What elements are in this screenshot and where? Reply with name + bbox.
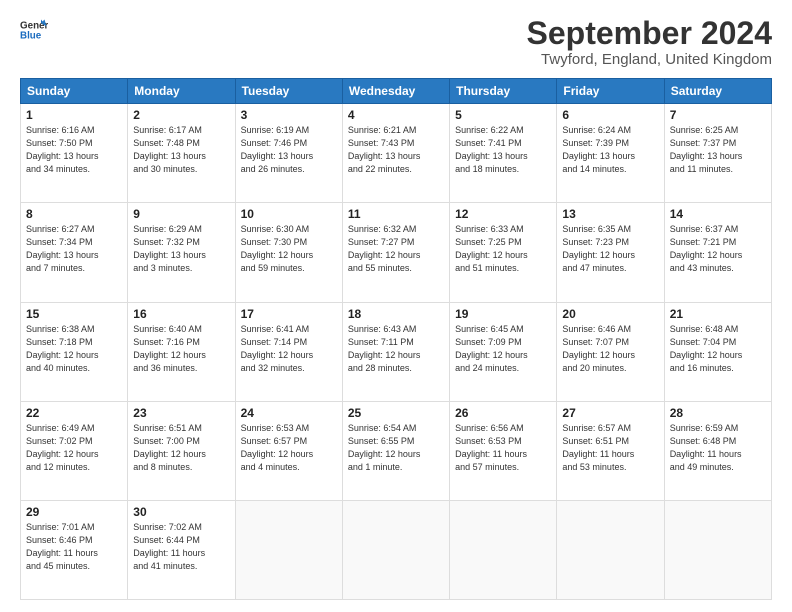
day-30: 30Sunrise: 7:02 AMSunset: 6:44 PMDayligh… — [128, 500, 235, 599]
day-12: 12Sunrise: 6:33 AMSunset: 7:25 PMDayligh… — [450, 203, 557, 302]
day-23: 23Sunrise: 6:51 AMSunset: 7:00 PMDayligh… — [128, 401, 235, 500]
day-28: 28Sunrise: 6:59 AMSunset: 6:48 PMDayligh… — [664, 401, 771, 500]
day-22: 22Sunrise: 6:49 AMSunset: 7:02 PMDayligh… — [21, 401, 128, 500]
empty-cell — [664, 500, 771, 599]
day-13: 13Sunrise: 6:35 AMSunset: 7:23 PMDayligh… — [557, 203, 664, 302]
col-header-thursday: Thursday — [450, 79, 557, 104]
location: Twyford, England, United Kingdom — [527, 51, 772, 68]
calendar-table: SundayMondayTuesdayWednesdayThursdayFrid… — [20, 78, 772, 600]
day-26: 26Sunrise: 6:56 AMSunset: 6:53 PMDayligh… — [450, 401, 557, 500]
col-header-sunday: Sunday — [21, 79, 128, 104]
col-header-saturday: Saturday — [664, 79, 771, 104]
col-header-friday: Friday — [557, 79, 664, 104]
empty-cell — [342, 500, 449, 599]
day-24: 24Sunrise: 6:53 AMSunset: 6:57 PMDayligh… — [235, 401, 342, 500]
empty-cell — [557, 500, 664, 599]
day-3: 3Sunrise: 6:19 AMSunset: 7:46 PMDaylight… — [235, 104, 342, 203]
title-block: September 2024 Twyford, England, United … — [527, 16, 772, 68]
empty-cell — [450, 500, 557, 599]
day-29: 29Sunrise: 7:01 AMSunset: 6:46 PMDayligh… — [21, 500, 128, 599]
day-27: 27Sunrise: 6:57 AMSunset: 6:51 PMDayligh… — [557, 401, 664, 500]
day-25: 25Sunrise: 6:54 AMSunset: 6:55 PMDayligh… — [342, 401, 449, 500]
day-14: 14Sunrise: 6:37 AMSunset: 7:21 PMDayligh… — [664, 203, 771, 302]
col-header-tuesday: Tuesday — [235, 79, 342, 104]
day-18: 18Sunrise: 6:43 AMSunset: 7:11 PMDayligh… — [342, 302, 449, 401]
day-16: 16Sunrise: 6:40 AMSunset: 7:16 PMDayligh… — [128, 302, 235, 401]
day-4: 4Sunrise: 6:21 AMSunset: 7:43 PMDaylight… — [342, 104, 449, 203]
day-9: 9Sunrise: 6:29 AMSunset: 7:32 PMDaylight… — [128, 203, 235, 302]
day-20: 20Sunrise: 6:46 AMSunset: 7:07 PMDayligh… — [557, 302, 664, 401]
empty-cell — [235, 500, 342, 599]
day-17: 17Sunrise: 6:41 AMSunset: 7:14 PMDayligh… — [235, 302, 342, 401]
logo: General Blue — [20, 16, 48, 44]
day-2: 2Sunrise: 6:17 AMSunset: 7:48 PMDaylight… — [128, 104, 235, 203]
day-1: 1Sunrise: 6:16 AMSunset: 7:50 PMDaylight… — [21, 104, 128, 203]
day-19: 19Sunrise: 6:45 AMSunset: 7:09 PMDayligh… — [450, 302, 557, 401]
day-6: 6Sunrise: 6:24 AMSunset: 7:39 PMDaylight… — [557, 104, 664, 203]
day-15: 15Sunrise: 6:38 AMSunset: 7:18 PMDayligh… — [21, 302, 128, 401]
month-title: September 2024 — [527, 16, 772, 51]
day-5: 5Sunrise: 6:22 AMSunset: 7:41 PMDaylight… — [450, 104, 557, 203]
day-21: 21Sunrise: 6:48 AMSunset: 7:04 PMDayligh… — [664, 302, 771, 401]
col-header-monday: Monday — [128, 79, 235, 104]
day-10: 10Sunrise: 6:30 AMSunset: 7:30 PMDayligh… — [235, 203, 342, 302]
day-11: 11Sunrise: 6:32 AMSunset: 7:27 PMDayligh… — [342, 203, 449, 302]
col-header-wednesday: Wednesday — [342, 79, 449, 104]
svg-text:Blue: Blue — [20, 30, 42, 41]
day-8: 8Sunrise: 6:27 AMSunset: 7:34 PMDaylight… — [21, 203, 128, 302]
day-7: 7Sunrise: 6:25 AMSunset: 7:37 PMDaylight… — [664, 104, 771, 203]
